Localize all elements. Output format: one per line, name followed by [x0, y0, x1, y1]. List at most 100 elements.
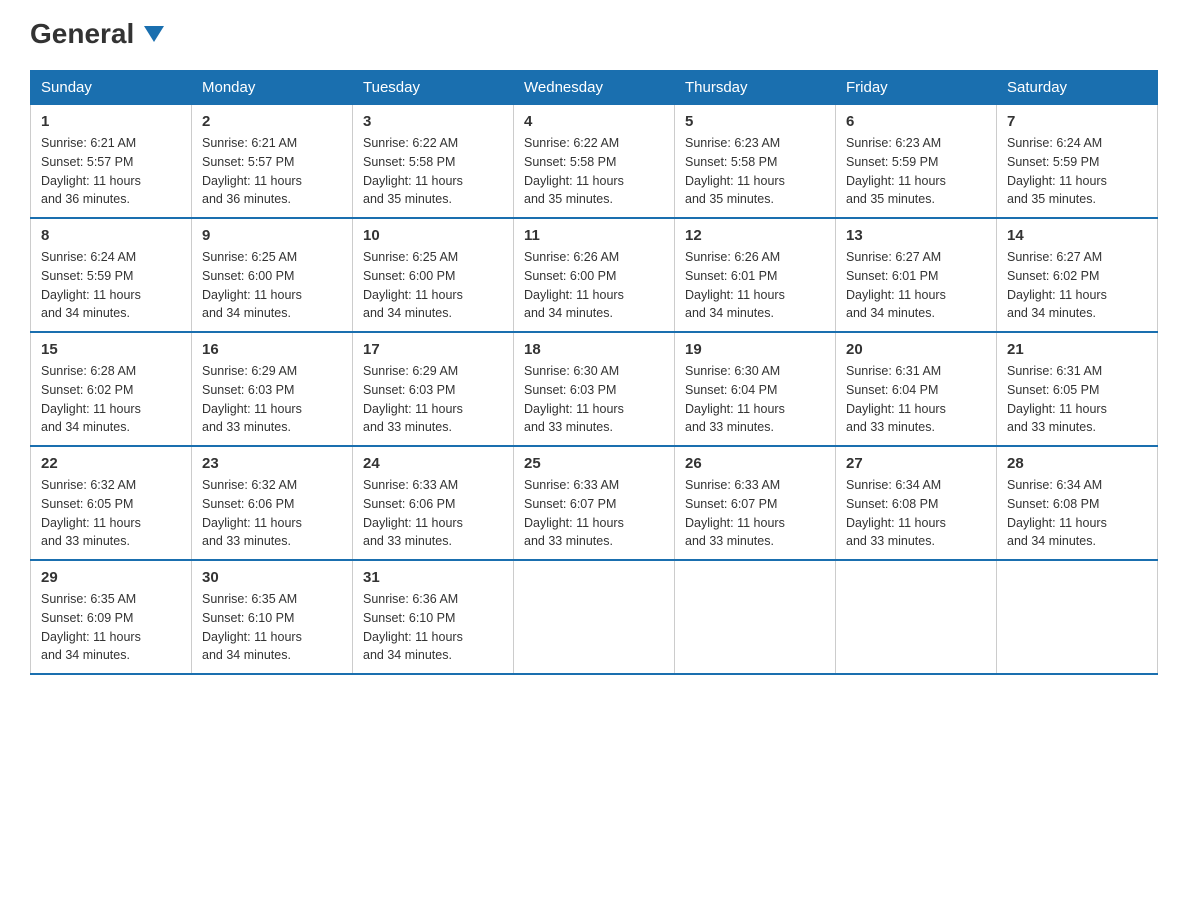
day-info: Sunrise: 6:35 AMSunset: 6:09 PMDaylight:… — [41, 590, 181, 665]
day-number: 25 — [524, 455, 664, 472]
day-info: Sunrise: 6:36 AMSunset: 6:10 PMDaylight:… — [363, 590, 503, 665]
day-number: 26 — [685, 455, 825, 472]
calendar-cell: 18 Sunrise: 6:30 AMSunset: 6:03 PMDayligh… — [514, 332, 675, 446]
calendar-cell: 26 Sunrise: 6:33 AMSunset: 6:07 PMDayligh… — [675, 446, 836, 560]
day-info: Sunrise: 6:26 AMSunset: 6:00 PMDaylight:… — [524, 248, 664, 323]
calendar-body: 1 Sunrise: 6:21 AMSunset: 5:57 PMDaylight… — [31, 105, 1158, 675]
day-number: 6 — [846, 113, 986, 130]
day-number: 4 — [524, 113, 664, 130]
calendar-cell: 23 Sunrise: 6:32 AMSunset: 6:06 PMDayligh… — [192, 446, 353, 560]
day-info: Sunrise: 6:21 AMSunset: 5:57 PMDaylight:… — [41, 134, 181, 209]
calendar-cell — [836, 560, 997, 674]
day-info: Sunrise: 6:31 AMSunset: 6:04 PMDaylight:… — [846, 362, 986, 437]
day-info: Sunrise: 6:29 AMSunset: 6:03 PMDaylight:… — [363, 362, 503, 437]
day-number: 18 — [524, 341, 664, 358]
header-day-tuesday: Tuesday — [353, 71, 514, 105]
day-number: 21 — [1007, 341, 1147, 358]
day-number: 23 — [202, 455, 342, 472]
day-info: Sunrise: 6:30 AMSunset: 6:04 PMDaylight:… — [685, 362, 825, 437]
day-number: 13 — [846, 227, 986, 244]
calendar-cell — [997, 560, 1158, 674]
header-row: SundayMondayTuesdayWednesdayThursdayFrid… — [31, 71, 1158, 105]
day-number: 16 — [202, 341, 342, 358]
week-row-1: 1 Sunrise: 6:21 AMSunset: 5:57 PMDaylight… — [31, 105, 1158, 219]
header-day-wednesday: Wednesday — [514, 71, 675, 105]
calendar-cell — [514, 560, 675, 674]
calendar-cell: 17 Sunrise: 6:29 AMSunset: 6:03 PMDayligh… — [353, 332, 514, 446]
day-info: Sunrise: 6:27 AMSunset: 6:01 PMDaylight:… — [846, 248, 986, 323]
header-day-saturday: Saturday — [997, 71, 1158, 105]
week-row-5: 29 Sunrise: 6:35 AMSunset: 6:09 PMDayligh… — [31, 560, 1158, 674]
logo: General — [30, 20, 164, 50]
calendar-cell: 27Sunrise: 6:34 AMSunset: 6:08 PMDayligh… — [836, 446, 997, 560]
day-info: Sunrise: 6:29 AMSunset: 6:03 PMDaylight:… — [202, 362, 342, 437]
day-number: 31 — [363, 569, 503, 586]
calendar-cell: 5 Sunrise: 6:23 AMSunset: 5:58 PMDaylight… — [675, 105, 836, 219]
day-number: 20 — [846, 341, 986, 358]
calendar-header: SundayMondayTuesdayWednesdayThursdayFrid… — [31, 71, 1158, 105]
day-info: Sunrise: 6:33 AMSunset: 6:07 PMDaylight:… — [685, 476, 825, 551]
day-number: 2 — [202, 113, 342, 130]
day-number: 3 — [363, 113, 503, 130]
calendar-cell: 7 Sunrise: 6:24 AMSunset: 5:59 PMDaylight… — [997, 105, 1158, 219]
day-number: 10 — [363, 227, 503, 244]
calendar-cell: 6 Sunrise: 6:23 AMSunset: 5:59 PMDaylight… — [836, 105, 997, 219]
day-number: 22 — [41, 455, 181, 472]
day-number: 30 — [202, 569, 342, 586]
day-number: 17 — [363, 341, 503, 358]
day-info: Sunrise: 6:27 AMSunset: 6:02 PMDaylight:… — [1007, 248, 1147, 323]
day-info: Sunrise: 6:23 AMSunset: 5:58 PMDaylight:… — [685, 134, 825, 209]
calendar-cell: 19 Sunrise: 6:30 AMSunset: 6:04 PMDayligh… — [675, 332, 836, 446]
calendar-table: SundayMondayTuesdayWednesdayThursdayFrid… — [30, 70, 1158, 675]
day-number: 11 — [524, 227, 664, 244]
day-info: Sunrise: 6:25 AMSunset: 6:00 PMDaylight:… — [363, 248, 503, 323]
calendar-cell: 10 Sunrise: 6:25 AMSunset: 6:00 PMDayligh… — [353, 218, 514, 332]
day-number: 24 — [363, 455, 503, 472]
day-number: 8 — [41, 227, 181, 244]
day-info: Sunrise: 6:30 AMSunset: 6:03 PMDaylight:… — [524, 362, 664, 437]
day-info: Sunrise: 6:31 AMSunset: 6:05 PMDaylight:… — [1007, 362, 1147, 437]
day-info: Sunrise: 6:35 AMSunset: 6:10 PMDaylight:… — [202, 590, 342, 665]
day-number: 19 — [685, 341, 825, 358]
calendar-cell: 12Sunrise: 6:26 AMSunset: 6:01 PMDayligh… — [675, 218, 836, 332]
day-number: 5 — [685, 113, 825, 130]
header-day-thursday: Thursday — [675, 71, 836, 105]
day-info: Sunrise: 6:24 AMSunset: 5:59 PMDaylight:… — [1007, 134, 1147, 209]
day-number: 29 — [41, 569, 181, 586]
day-number: 14 — [1007, 227, 1147, 244]
day-info: Sunrise: 6:21 AMSunset: 5:57 PMDaylight:… — [202, 134, 342, 209]
day-info: Sunrise: 6:33 AMSunset: 6:06 PMDaylight:… — [363, 476, 503, 551]
calendar-cell: 22Sunrise: 6:32 AMSunset: 6:05 PMDayligh… — [31, 446, 192, 560]
day-info: Sunrise: 6:23 AMSunset: 5:59 PMDaylight:… — [846, 134, 986, 209]
day-number: 1 — [41, 113, 181, 130]
calendar-cell: 24 Sunrise: 6:33 AMSunset: 6:06 PMDayligh… — [353, 446, 514, 560]
day-info: Sunrise: 6:32 AMSunset: 6:06 PMDaylight:… — [202, 476, 342, 551]
calendar-cell — [675, 560, 836, 674]
calendar-cell: 15Sunrise: 6:28 AMSunset: 6:02 PMDayligh… — [31, 332, 192, 446]
day-number: 7 — [1007, 113, 1147, 130]
week-row-4: 22Sunrise: 6:32 AMSunset: 6:05 PMDayligh… — [31, 446, 1158, 560]
calendar-cell: 4 Sunrise: 6:22 AMSunset: 5:58 PMDaylight… — [514, 105, 675, 219]
calendar-cell: 8Sunrise: 6:24 AMSunset: 5:59 PMDaylight… — [31, 218, 192, 332]
day-info: Sunrise: 6:25 AMSunset: 6:00 PMDaylight:… — [202, 248, 342, 323]
day-info: Sunrise: 6:33 AMSunset: 6:07 PMDaylight:… — [524, 476, 664, 551]
calendar-cell: 29 Sunrise: 6:35 AMSunset: 6:09 PMDayligh… — [31, 560, 192, 674]
calendar-cell: 11 Sunrise: 6:26 AMSunset: 6:00 PMDayligh… — [514, 218, 675, 332]
calendar-cell: 1 Sunrise: 6:21 AMSunset: 5:57 PMDaylight… — [31, 105, 192, 219]
week-row-2: 8Sunrise: 6:24 AMSunset: 5:59 PMDaylight… — [31, 218, 1158, 332]
day-info: Sunrise: 6:34 AMSunset: 6:08 PMDaylight:… — [846, 476, 986, 551]
day-info: Sunrise: 6:26 AMSunset: 6:01 PMDaylight:… — [685, 248, 825, 323]
calendar-cell: 9 Sunrise: 6:25 AMSunset: 6:00 PMDaylight… — [192, 218, 353, 332]
header-day-sunday: Sunday — [31, 71, 192, 105]
calendar-cell: 28 Sunrise: 6:34 AMSunset: 6:08 PMDayligh… — [997, 446, 1158, 560]
week-row-3: 15Sunrise: 6:28 AMSunset: 6:02 PMDayligh… — [31, 332, 1158, 446]
day-info: Sunrise: 6:34 AMSunset: 6:08 PMDaylight:… — [1007, 476, 1147, 551]
day-info: Sunrise: 6:28 AMSunset: 6:02 PMDaylight:… — [41, 362, 181, 437]
calendar-cell: 14 Sunrise: 6:27 AMSunset: 6:02 PMDayligh… — [997, 218, 1158, 332]
day-number: 9 — [202, 227, 342, 244]
calendar-cell: 13 Sunrise: 6:27 AMSunset: 6:01 PMDayligh… — [836, 218, 997, 332]
day-number: 28 — [1007, 455, 1147, 472]
header-day-friday: Friday — [836, 71, 997, 105]
calendar-cell: 2 Sunrise: 6:21 AMSunset: 5:57 PMDaylight… — [192, 105, 353, 219]
day-info: Sunrise: 6:22 AMSunset: 5:58 PMDaylight:… — [524, 134, 664, 209]
